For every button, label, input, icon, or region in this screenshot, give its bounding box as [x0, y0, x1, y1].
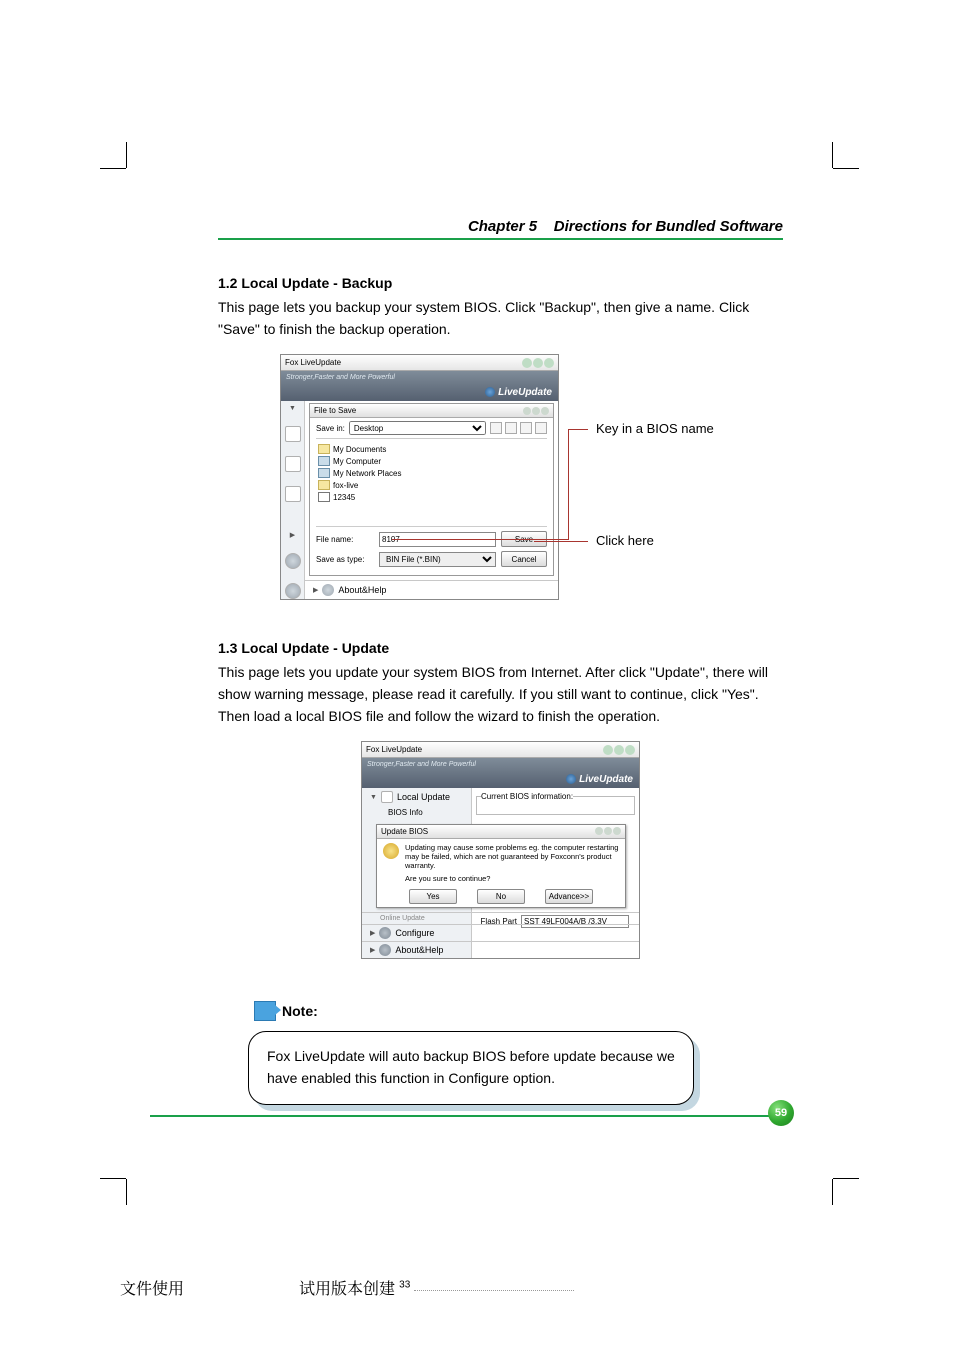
sidebar-sub-bios-info[interactable]: BIOS Info: [362, 806, 471, 819]
sidebar-icon[interactable]: [285, 486, 301, 502]
list-item[interactable]: My Computer: [318, 455, 545, 467]
chevron-right-icon: ▶: [370, 929, 375, 937]
window-controls[interactable]: [603, 745, 635, 755]
back-icon: [490, 422, 502, 434]
banner: Stronger,Faster and More Powerful LiveUp…: [281, 371, 558, 401]
section-1-3-title: 1.3 Local Update - Update: [218, 640, 783, 656]
sidebar-item-local-update[interactable]: ▼ Local Update: [362, 788, 471, 806]
footer-rule: [150, 1115, 782, 1117]
cancel-button[interactable]: Cancel: [501, 551, 547, 567]
banner-tagline: Stronger,Faster and More Powerful: [286, 374, 395, 381]
note-label: Note:: [282, 1003, 318, 1019]
window-titlebar: Fox LiveUpdate: [362, 742, 639, 758]
sidebar-item-online-update[interactable]: Online Update: [362, 913, 639, 924]
update-bios-dialog: Update BIOS Updating may cause some prob…: [376, 824, 626, 908]
banner-tagline: Stronger,Faster and More Powerful: [367, 761, 476, 768]
advance-button[interactable]: Advance>>: [545, 889, 593, 904]
figure-update: Fox LiveUpdate Stronger,Faster and More …: [218, 741, 783, 961]
save-dialog: File to Save Save in: Desktop My Documen…: [309, 403, 554, 576]
chapter-label: Chapter 5: [468, 218, 537, 235]
dialog-controls[interactable]: [523, 407, 549, 415]
filename-label: File name:: [316, 535, 374, 544]
gear-icon: [379, 927, 391, 939]
chevron-down-icon: ▼: [370, 794, 377, 801]
list-item[interactable]: My Network Places: [318, 467, 545, 479]
chevron-right-icon: ▶: [313, 586, 318, 594]
window-controls[interactable]: [522, 358, 554, 368]
window-titlebar: Fox LiveUpdate: [281, 355, 558, 371]
brand-label: LiveUpdate: [566, 774, 633, 785]
current-bios-panel: Current BIOS information:: [472, 788, 639, 819]
page-number-badge: 59: [768, 1100, 794, 1126]
chevron-right-icon[interactable]: ▶: [290, 531, 295, 539]
footer-sup: 33: [399, 1280, 410, 1291]
folder-icon: [381, 791, 393, 803]
save-in-select[interactable]: Desktop: [349, 421, 486, 435]
file-list[interactable]: My Documents My Computer My Network Plac…: [316, 438, 547, 527]
about-help-label: About&Help: [338, 585, 386, 595]
help-icon: [379, 944, 391, 956]
figure-backup: Fox LiveUpdate Stronger,Faster and More …: [218, 354, 783, 600]
list-item[interactable]: fox-live: [318, 479, 545, 491]
about-help-row[interactable]: ▶ About&Help: [305, 580, 558, 599]
sidebar-item-about[interactable]: ▶ About&Help: [362, 941, 639, 958]
footer-mid: 试用版本创建: [299, 1276, 395, 1299]
savetype-select[interactable]: BIN File (*.BIN): [379, 552, 496, 567]
note-block: Note: Fox LiveUpdate will auto backup BI…: [218, 1001, 783, 1104]
warning-message: Updating may cause some problems eg. the…: [405, 843, 619, 870]
list-item[interactable]: 12345: [318, 491, 545, 503]
section-1-2-body: This page lets you backup your system BI…: [218, 297, 783, 340]
up-icon: [505, 422, 517, 434]
new-folder-icon: [520, 422, 532, 434]
sidebar-icon[interactable]: [285, 553, 301, 569]
dialog-title: Update BIOS: [381, 827, 428, 836]
banner: Stronger,Faster and More Powerful LiveUp…: [362, 758, 639, 788]
chevron-down-icon[interactable]: ▼: [289, 405, 296, 412]
help-icon: [322, 584, 334, 596]
pdf-watermark-footer: 文件使用 试用版本创建 33: [100, 1276, 854, 1299]
sidebar-icon[interactable]: [285, 583, 301, 599]
section-1-3-body: This page lets you update your system BI…: [218, 662, 783, 727]
window-title: Fox LiveUpdate: [285, 358, 341, 367]
savetype-label: Save as type:: [316, 555, 374, 564]
warning-icon: [383, 843, 399, 859]
dialog-toolbar[interactable]: [490, 422, 547, 434]
view-icon: [535, 422, 547, 434]
annotation-click: Click here: [596, 533, 654, 548]
note-body: Fox LiveUpdate will auto backup BIOS bef…: [248, 1031, 694, 1104]
save-in-label: Save in:: [316, 424, 345, 433]
section-1-2-title: 1.2 Local Update - Backup: [218, 275, 783, 291]
brand-label: LiveUpdate: [485, 387, 552, 398]
window-title: Fox LiveUpdate: [366, 745, 422, 754]
fox-liveupdate-window: Fox LiveUpdate Stronger,Faster and More …: [280, 354, 559, 600]
dialog-controls[interactable]: [595, 827, 621, 836]
note-icon: [254, 1001, 276, 1021]
annotation-keyin: Key in a BIOS name: [596, 421, 714, 436]
footer-left: 文件使用: [120, 1276, 184, 1299]
dialog-title: File to Save: [314, 406, 356, 415]
sidebar-item-configure[interactable]: ▶ Configure: [362, 924, 639, 941]
running-header: Chapter 5 Directions for Bundled Softwar…: [218, 218, 783, 240]
sidebar-icon[interactable]: [285, 456, 301, 472]
fox-liveupdate-window: Fox LiveUpdate Stronger,Faster and More …: [361, 741, 640, 959]
no-button[interactable]: No: [477, 889, 525, 904]
sidebar: ▼ ▶: [281, 401, 305, 599]
current-bios-legend: Current BIOS information:: [481, 792, 573, 801]
yes-button[interactable]: Yes: [409, 889, 457, 904]
confirm-text: Are you sure to continue?: [405, 874, 619, 883]
list-item[interactable]: My Documents: [318, 443, 545, 455]
chevron-right-icon: ▶: [370, 946, 375, 954]
sidebar-icon[interactable]: [285, 426, 301, 442]
chapter-title: Directions for Bundled Software: [554, 218, 783, 235]
